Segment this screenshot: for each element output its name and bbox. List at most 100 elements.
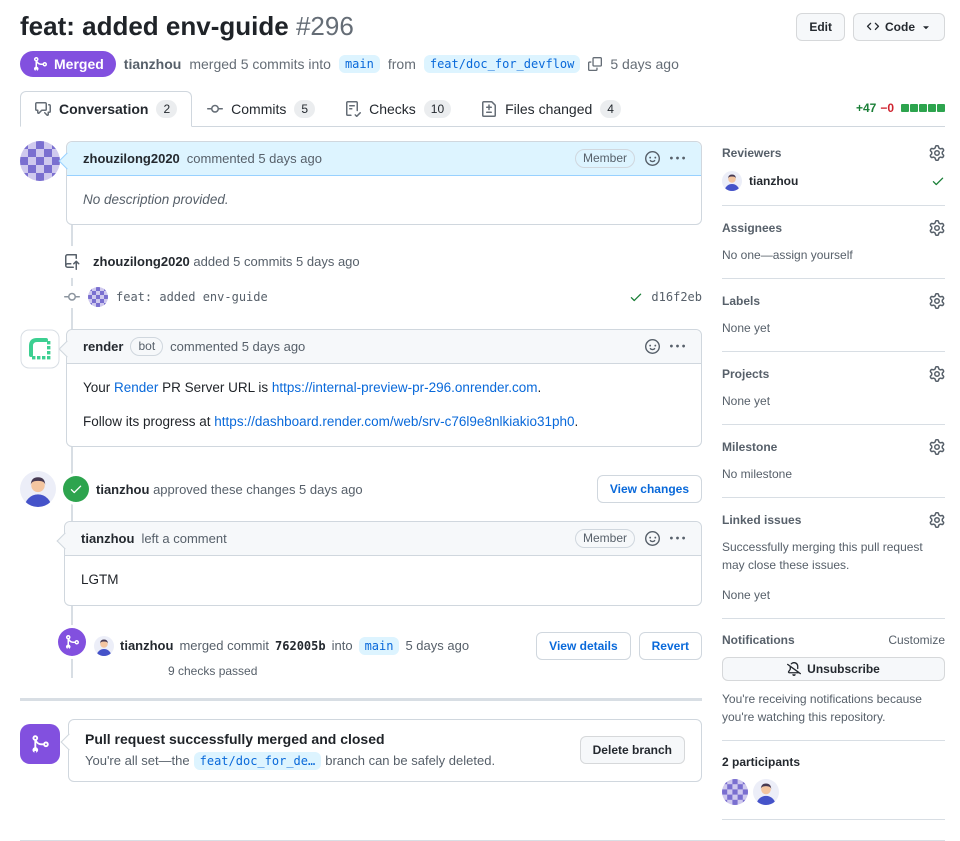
dashboard-url-link[interactable]: https://dashboard.render.com/web/srv-c76… bbox=[214, 414, 574, 429]
merge-commit-sha-link[interactable]: 762005b bbox=[275, 639, 326, 653]
comment-author-link[interactable]: zhouzilong2020 bbox=[83, 151, 180, 166]
tab-count: 2 bbox=[156, 99, 178, 118]
gear-icon[interactable] bbox=[929, 439, 945, 455]
sidebar-section-projects: Projects None yet bbox=[722, 366, 945, 425]
edit-button[interactable]: Edit bbox=[796, 13, 845, 41]
kebab-menu-icon[interactable] bbox=[670, 339, 685, 354]
projects-empty-text: None yet bbox=[722, 393, 771, 408]
section-heading: Projects bbox=[722, 366, 770, 381]
from-word: from bbox=[387, 55, 416, 72]
commit-icon bbox=[207, 101, 223, 117]
avatar-tianzhou[interactable] bbox=[94, 636, 114, 656]
sidebar-section-notifications: Notifications Customize Unsubscribe You'r… bbox=[722, 633, 945, 741]
gear-icon[interactable] bbox=[929, 366, 945, 382]
notifications-note: You're receiving notifications because y… bbox=[722, 691, 922, 724]
avatar-zhouzilong2020[interactable] bbox=[20, 141, 60, 181]
gear-icon[interactable] bbox=[929, 512, 945, 528]
copy-branch-icon[interactable] bbox=[588, 57, 602, 71]
code-button[interactable]: Code bbox=[853, 13, 945, 41]
customize-link[interactable]: Customize bbox=[888, 633, 945, 647]
section-heading: Milestone bbox=[722, 439, 778, 454]
event-meta: approved these changes 5 days ago bbox=[153, 481, 363, 497]
merge-action-text: merged 5 commits into bbox=[189, 55, 331, 72]
comment-body: Your Render PR Server URL is https://int… bbox=[67, 364, 701, 447]
tab-files-changed[interactable]: Files changed 4 bbox=[466, 91, 636, 127]
linked-issues-empty-text: None yet bbox=[722, 587, 771, 602]
labels-empty-text: None yet bbox=[722, 320, 771, 335]
pr-number: #296 bbox=[295, 11, 354, 41]
view-details-button[interactable]: View details bbox=[536, 631, 631, 660]
checks-passed-icon[interactable] bbox=[629, 290, 643, 304]
event-author-link[interactable]: tianzhou bbox=[96, 482, 149, 497]
sidebar-section-labels: Labels None yet bbox=[722, 293, 945, 352]
avatar-zhouzilong2020[interactable] bbox=[88, 287, 108, 307]
kebab-menu-icon[interactable] bbox=[670, 151, 685, 166]
section-heading: Linked issues bbox=[722, 512, 802, 527]
page-title: feat: added env-guide #296 bbox=[20, 10, 354, 43]
sidebar-section-linked-issues: Linked issues Successfully merging this … bbox=[722, 512, 945, 619]
comment-author-link[interactable]: render bbox=[83, 339, 123, 354]
avatar-zhouzilong2020[interactable] bbox=[722, 779, 748, 805]
base-branch-pill[interactable]: main bbox=[338, 54, 380, 73]
diffstat-blocks bbox=[901, 104, 945, 112]
tab-count: 5 bbox=[294, 99, 316, 118]
preview-url-link[interactable]: https://internal-preview-pr-296.onrender… bbox=[272, 380, 538, 395]
kebab-menu-icon[interactable] bbox=[670, 531, 685, 546]
reviewer-name-link[interactable]: tianzhou bbox=[749, 174, 798, 188]
pr-title-text: feat: added env-guide bbox=[20, 11, 289, 41]
view-changes-button[interactable]: View changes bbox=[596, 475, 702, 504]
sidebar-section-participants: 2 participants bbox=[722, 755, 945, 820]
diffstat[interactable]: +47 −0 bbox=[856, 101, 945, 115]
pr-tab-bar: Conversation 2 Commits 5 Checks 10 Files… bbox=[20, 90, 945, 127]
comment-header: render bot commented 5 days ago bbox=[67, 329, 701, 364]
bell-slash-icon bbox=[787, 662, 801, 676]
head-branch-pill[interactable]: feat/doc_for_devflow bbox=[423, 54, 581, 73]
approved-check-icon bbox=[931, 174, 945, 188]
tab-conversation[interactable]: Conversation 2 bbox=[20, 90, 193, 127]
tab-checks[interactable]: Checks 10 bbox=[330, 91, 466, 127]
merged-closed-section: Pull request successfully merged and clo… bbox=[20, 718, 702, 782]
tab-label: Commits bbox=[231, 100, 287, 117]
chevron-down-icon bbox=[920, 21, 932, 33]
review-comment: tianzhou left a comment Member LGTM bbox=[64, 521, 702, 606]
avatar-tianzhou[interactable] bbox=[20, 471, 56, 507]
unsubscribe-button[interactable]: Unsubscribe bbox=[722, 656, 945, 681]
code-icon bbox=[866, 20, 880, 34]
gear-icon[interactable] bbox=[929, 220, 945, 236]
avatar-render-bot[interactable] bbox=[20, 329, 60, 369]
checklist-icon bbox=[345, 101, 361, 117]
render-link[interactable]: Render bbox=[114, 380, 158, 395]
merge-author-link[interactable]: tianzhou bbox=[124, 56, 182, 72]
participants-heading: 2 participants bbox=[722, 754, 801, 769]
comment-body: LGTM bbox=[81, 572, 119, 588]
comment-author-link[interactable]: tianzhou bbox=[81, 531, 134, 546]
base-branch-pill[interactable]: main bbox=[358, 636, 400, 655]
commit-message-link[interactable]: feat: added env-guide bbox=[116, 290, 268, 304]
git-merge-icon bbox=[58, 627, 86, 656]
tab-commits[interactable]: Commits 5 bbox=[192, 91, 330, 127]
reaction-smiley-icon[interactable] bbox=[645, 531, 660, 546]
commit-sha-link[interactable]: d16f2eb bbox=[651, 290, 702, 304]
comment-meta: left a comment bbox=[141, 531, 227, 547]
sidebar-section-milestone: Milestone No milestone bbox=[722, 439, 945, 498]
checks-passed-note[interactable]: 9 checks passed bbox=[168, 664, 702, 678]
reaction-smiley-icon[interactable] bbox=[645, 339, 660, 354]
reaction-smiley-icon[interactable] bbox=[645, 151, 660, 166]
sidebar-section-reviewers: Reviewers tianzhou bbox=[722, 145, 945, 206]
git-merge-icon bbox=[20, 723, 60, 764]
revert-button[interactable]: Revert bbox=[638, 631, 702, 660]
delete-branch-button[interactable]: Delete branch bbox=[579, 736, 685, 764]
assignees-empty-text[interactable]: No one—assign yourself bbox=[722, 246, 945, 264]
bot-badge: bot bbox=[130, 336, 164, 356]
diffstat-deletions: −0 bbox=[880, 101, 894, 115]
comment-body: No description provided. bbox=[83, 191, 229, 207]
commits-added-event: zhouzilong2020 added 5 commits 5 days ag… bbox=[20, 248, 702, 275]
head-branch-pill[interactable]: feat/doc_for_de… bbox=[193, 751, 322, 770]
comment-meta: commented 5 days ago bbox=[170, 338, 306, 354]
avatar-tianzhou[interactable] bbox=[753, 779, 779, 805]
avatar-tianzhou[interactable] bbox=[722, 171, 742, 191]
event-author-link[interactable]: zhouzilong2020 bbox=[93, 254, 190, 269]
gear-icon[interactable] bbox=[929, 145, 945, 161]
gear-icon[interactable] bbox=[929, 293, 945, 309]
event-author-link[interactable]: tianzhou bbox=[120, 638, 173, 653]
